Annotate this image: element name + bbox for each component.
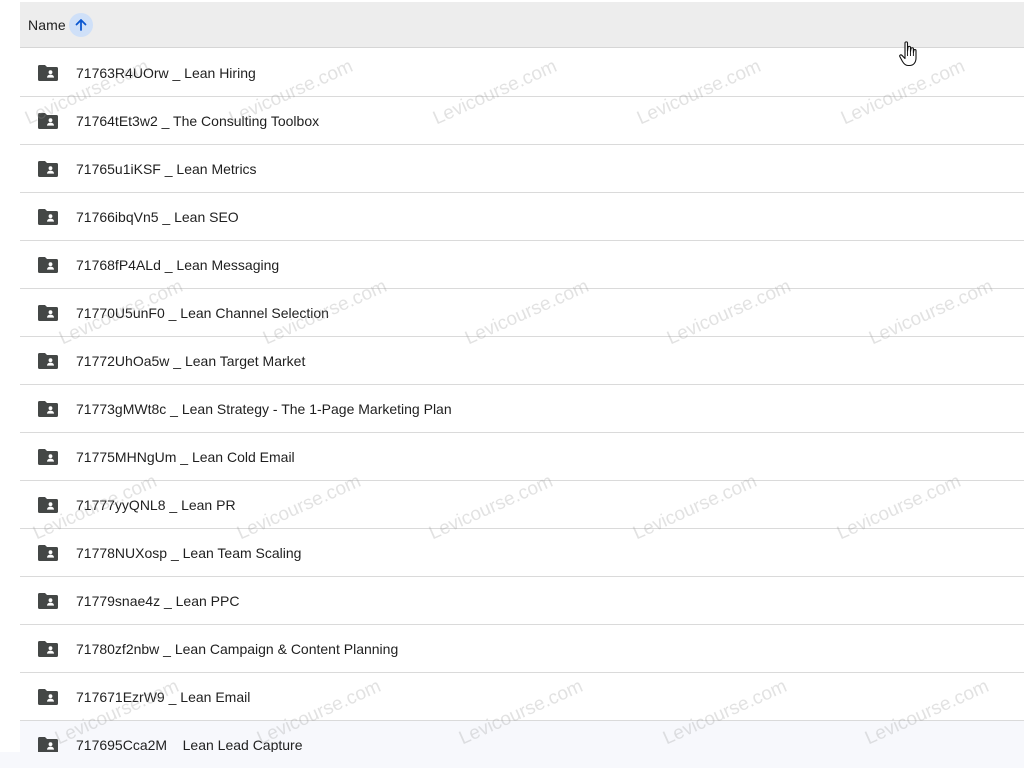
shared-folder-icon bbox=[37, 400, 59, 418]
folder-name[interactable]: 71777yyQNL8 _ Lean PR bbox=[76, 497, 236, 513]
folder-row[interactable]: 71773gMWt8c _ Lean Strategy - The 1-Page… bbox=[20, 385, 1024, 433]
folder-name[interactable]: 71765u1iKSF _ Lean Metrics bbox=[76, 161, 257, 177]
folder-name[interactable]: 71766ibqVn5 _ Lean SEO bbox=[76, 209, 239, 225]
shared-folder-icon bbox=[37, 304, 59, 322]
shared-folder-icon bbox=[37, 640, 59, 658]
folder-name[interactable]: 71768fP4ALd _ Lean Messaging bbox=[76, 257, 279, 273]
shared-folder-icon bbox=[37, 256, 59, 274]
folder-row[interactable]: 71765u1iKSF _ Lean Metrics bbox=[20, 145, 1024, 193]
folder-row[interactable]: 71778NUXosp _ Lean Team Scaling bbox=[20, 529, 1024, 577]
folder-list: 71763R4UOrw _ Lean Hiring 71764tEt3w2 _ T… bbox=[20, 49, 1024, 768]
folder-name[interactable]: 71773gMWt8c _ Lean Strategy - The 1-Page… bbox=[76, 401, 452, 417]
bottom-strip bbox=[0, 752, 1024, 768]
shared-folder-icon bbox=[37, 544, 59, 562]
folder-name[interactable]: 717695Cca2M _ Lean Lead Capture bbox=[76, 737, 303, 753]
shared-folder-icon bbox=[37, 352, 59, 370]
folder-name[interactable]: 71770U5unF0 _ Lean Channel Selection bbox=[76, 305, 329, 321]
sort-ascending-button[interactable] bbox=[68, 12, 93, 37]
hand-cursor-icon bbox=[899, 41, 917, 67]
shared-folder-icon bbox=[37, 160, 59, 178]
file-list-view: Name 71763R4UOrw _ Lean Hiring 71764tEt3w… bbox=[0, 0, 1024, 768]
folder-name[interactable]: 71780zf2nbw _ Lean Campaign & Content Pl… bbox=[76, 641, 398, 657]
shared-folder-icon bbox=[37, 496, 59, 514]
name-column-label[interactable]: Name bbox=[28, 17, 66, 33]
folder-row[interactable]: 71772UhOa5w _ Lean Target Market bbox=[20, 337, 1024, 385]
folder-name[interactable]: 717671EzrW9 _ Lean Email bbox=[76, 689, 250, 705]
column-header: Name bbox=[20, 2, 1024, 48]
folder-name[interactable]: 71778NUXosp _ Lean Team Scaling bbox=[76, 545, 301, 561]
folder-row[interactable]: 71766ibqVn5 _ Lean SEO bbox=[20, 193, 1024, 241]
shared-folder-icon bbox=[37, 64, 59, 82]
folder-name[interactable]: 71772UhOa5w _ Lean Target Market bbox=[76, 353, 305, 369]
folder-name[interactable]: 71764tEt3w2 _ The Consulting Toolbox bbox=[76, 113, 319, 129]
folder-row[interactable]: 71775MHNgUm _ Lean Cold Email bbox=[20, 433, 1024, 481]
shared-folder-icon bbox=[37, 208, 59, 226]
shared-folder-icon bbox=[37, 688, 59, 706]
folder-name[interactable]: 71779snae4z _ Lean PPC bbox=[76, 593, 239, 609]
shared-folder-icon bbox=[37, 112, 59, 130]
folder-name[interactable]: 71775MHNgUm _ Lean Cold Email bbox=[76, 449, 295, 465]
folder-row[interactable]: 71770U5unF0 _ Lean Channel Selection bbox=[20, 289, 1024, 337]
folder-row[interactable]: 71777yyQNL8 _ Lean PR bbox=[20, 481, 1024, 529]
folder-row[interactable]: 717671EzrW9 _ Lean Email bbox=[20, 673, 1024, 721]
folder-row[interactable]: 71768fP4ALd _ Lean Messaging bbox=[20, 241, 1024, 289]
shared-folder-icon bbox=[37, 592, 59, 610]
folder-row[interactable]: 71779snae4z _ Lean PPC bbox=[20, 577, 1024, 625]
folder-row[interactable]: 71763R4UOrw _ Lean Hiring bbox=[20, 49, 1024, 97]
arrow-up-icon bbox=[75, 18, 87, 31]
shared-folder-icon bbox=[37, 448, 59, 466]
folder-name[interactable]: 71763R4UOrw _ Lean Hiring bbox=[76, 65, 256, 81]
folder-row[interactable]: 71764tEt3w2 _ The Consulting Toolbox bbox=[20, 97, 1024, 145]
folder-row[interactable]: 71780zf2nbw _ Lean Campaign & Content Pl… bbox=[20, 625, 1024, 673]
